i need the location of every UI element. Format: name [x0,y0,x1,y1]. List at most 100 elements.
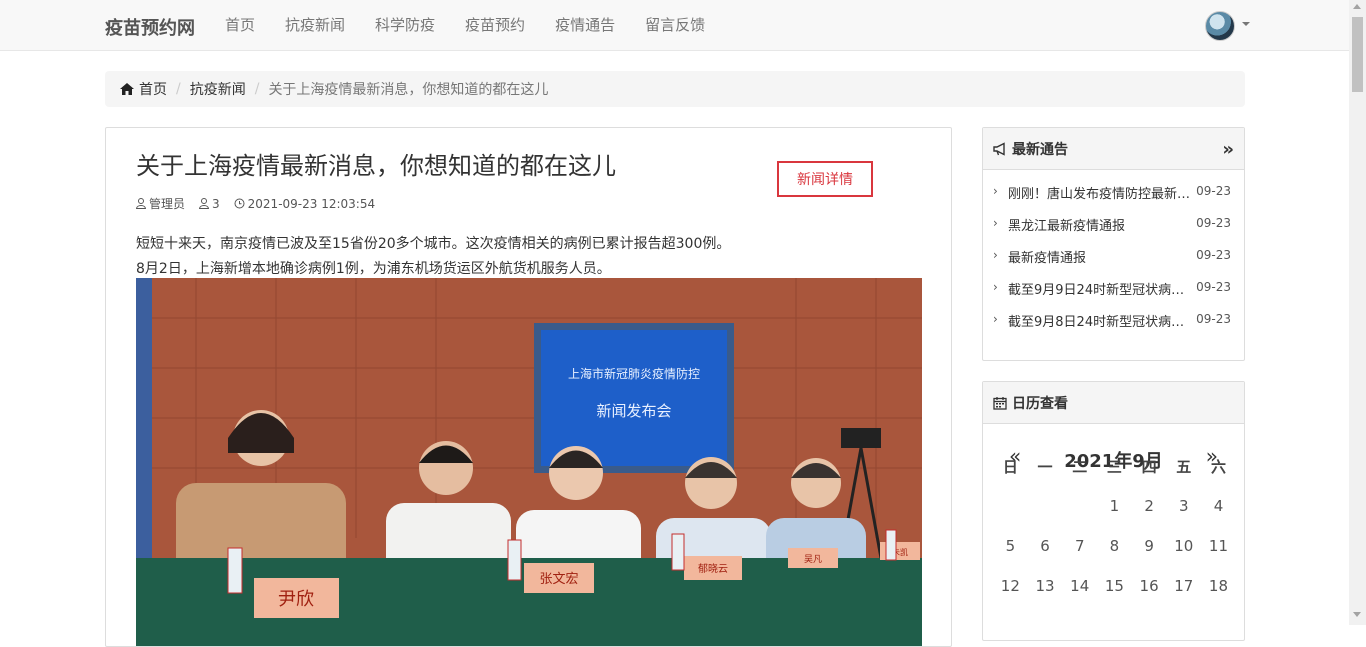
notice-date: 09-23 [1196,280,1231,294]
nav-item-notices[interactable]: 疫情通告 [540,0,630,51]
notice-title[interactable]: 刚刚！唐山发布疫情防控最新消息 [1008,183,1191,202]
weekday-label: 一 [1037,457,1053,476]
article-paragraph: 短短十来天，南京疫情已波及至15省份20多个城市。这次疫情相关的病例已累计报告超… [136,236,731,252]
breadcrumb-separator: / [176,81,181,97]
more-chevron-icon[interactable]: » [1222,139,1234,160]
calendar-day[interactable]: 10 [1166,537,1201,555]
calendar-week: 1 2 3 4 [993,486,1236,526]
nav-item-vaccine[interactable]: 疫苗预约 [450,0,540,51]
scroll-down-arrow[interactable] [1353,612,1361,617]
calendar-grid: 日 一 二 三 四 五 六 1 2 3 4 5 6 7 8 9 10 11 12 [993,446,1236,606]
calendar-day[interactable]: 18 [1201,577,1236,595]
calendar-day[interactable]: 17 [1166,577,1201,595]
page-scrollbar[interactable] [1349,0,1366,625]
article-title: 关于上海疫情最新消息，你想知道的都在这儿 [136,152,616,180]
calendar-day[interactable]: 13 [1028,577,1063,595]
notice-item[interactable]: › 截至9月9日24时新型冠状病毒肺炎疫情最新情况 09-23 [983,279,1244,311]
calendar-day[interactable]: 1 [1097,497,1132,515]
datetime-meta: 2021-09-23 12:03:54 [234,195,375,212]
calendar-day[interactable]: 3 [1166,497,1201,515]
calendar-day[interactable]: 2 [1132,497,1167,515]
chevron-right-icon: › [993,280,998,294]
press-conference-photo: 上海市新冠肺炎疫情防控 新闻发布会 尹欣 张文宏 郁晓云 吴凡 朱凯 [136,278,922,646]
calendar-day[interactable]: 6 [1028,537,1063,555]
breadcrumb: 首页 / 抗疫新闻 / 关于上海疫情最新消息，你想知道的都在这儿 [105,71,1245,107]
nav-item-home[interactable]: 首页 [210,0,270,51]
latest-notices-panel: 最新通告 » › 刚刚！唐山发布疫情防控最新消息 09-23 › 黑龙江最新疫情… [982,127,1245,361]
calendar-day[interactable]: 7 [1062,537,1097,555]
notice-item[interactable]: › 截至9月8日24时新型冠状病毒肺炎疫情最新情况 09-23 [983,311,1244,343]
clock-icon [234,198,245,209]
article-body: 短短十来天，南京疫情已波及至15省份20多个城市。这次疫情相关的病例已累计报告超… [136,232,916,282]
views-user-icon [199,198,210,209]
notice-date: 09-23 [1196,312,1231,326]
article-meta: 管理员 3 2021-09-23 12:03:54 [136,195,375,212]
calendar-day[interactable]: 15 [1097,577,1132,595]
breadcrumb-section[interactable]: 抗疫新闻 [190,79,246,99]
calendar-day[interactable]: 11 [1201,537,1236,555]
main-nav: 首页 抗疫新闻 科学防疫 疫苗预约 疫情通告 留言反馈 [210,0,720,51]
article-datetime: 2021-09-23 12:03:54 [247,196,376,211]
nav-item-news[interactable]: 抗疫新闻 [270,0,360,51]
breadcrumb-separator: / [254,81,260,97]
notice-date: 09-23 [1196,216,1231,230]
notice-title[interactable]: 截至9月9日24时新型冠状病毒肺炎疫情最新情况 [1008,279,1191,298]
notice-item[interactable]: › 黑龙江最新疫情通报 09-23 [983,215,1244,247]
chevron-down-icon[interactable] [1242,22,1250,26]
calendar-panel: 日历查看 « 2021年9月 » 日 一 二 三 四 五 六 1 2 3 4 5… [982,381,1245,641]
calendar-day[interactable]: 14 [1062,577,1097,595]
chevron-right-icon: › [993,248,998,262]
calendar-day[interactable]: 9 [1132,537,1167,555]
weekday-label: 五 [1176,457,1192,476]
site-brand[interactable]: 疫苗预约网 [105,14,195,40]
notice-title[interactable]: 黑龙江最新疫情通报 [1008,215,1191,234]
weekday-label: 日 [1002,457,1018,476]
breadcrumb-home[interactable]: 首页 [139,79,167,99]
panel-header: 日历查看 [983,382,1244,424]
nameplate: 尹欣 [278,589,314,610]
screen-text-line1: 上海市新冠肺炎疫情防控 [568,366,700,381]
nav-item-prevention[interactable]: 科学防疫 [360,0,450,51]
notice-date: 09-23 [1196,248,1231,262]
user-avatar[interactable] [1205,11,1235,41]
calendar-day[interactable]: 12 [993,577,1028,595]
nav-item-feedback[interactable]: 留言反馈 [630,0,720,51]
calendar-week: 12 13 14 15 16 17 18 [993,566,1236,606]
calendar-title: 日历查看 [1012,395,1068,412]
weekday-label: 三 [1106,457,1122,476]
article-card: 关于上海疫情最新消息，你想知道的都在这儿 新闻详情 管理员 3 2021-09-… [105,127,952,647]
chevron-right-icon: › [993,312,998,326]
views-meta: 3 [199,195,220,212]
calendar-day[interactable]: 16 [1132,577,1167,595]
chevron-right-icon: › [993,216,998,230]
notice-title[interactable]: 最新疫情通报 [1008,247,1191,266]
calendar-week: 5 6 7 8 9 10 11 [993,526,1236,566]
top-navbar: 疫苗预约网 首页 抗疫新闻 科学防疫 疫苗预约 疫情通告 留言反馈 [0,0,1349,51]
weekday-row: 日 一 二 三 四 五 六 [993,446,1236,486]
article-views: 3 [212,196,220,211]
nameplate: 吴凡 [804,554,822,565]
notice-list: › 刚刚！唐山发布疫情防控最新消息 09-23 › 黑龙江最新疫情通报 09-2… [983,170,1244,343]
weekday-label: 六 [1210,457,1226,476]
notice-item[interactable]: › 最新疫情通报 09-23 [983,247,1244,279]
user-icon [136,198,146,209]
notice-date: 09-23 [1196,184,1231,198]
calendar-day[interactable]: 8 [1097,537,1132,555]
breadcrumb-current: 关于上海疫情最新消息，你想知道的都在这儿 [268,82,549,98]
weekday-label: 四 [1141,457,1157,476]
scroll-thumb[interactable] [1352,17,1363,92]
calendar-day[interactable]: 5 [993,537,1028,555]
notice-title[interactable]: 截至9月8日24时新型冠状病毒肺炎疫情最新情况 [1008,311,1191,330]
panel-header: 最新通告 » [983,128,1244,170]
author-meta: 管理员 [136,195,185,212]
article-author: 管理员 [149,197,186,211]
calendar-day[interactable]: 4 [1201,497,1236,515]
notices-title: 最新通告 [1012,141,1068,158]
notice-item[interactable]: › 刚刚！唐山发布疫情防控最新消息 09-23 [983,183,1244,215]
chevron-right-icon: › [993,184,998,198]
bullhorn-icon [993,141,1005,156]
scroll-up-arrow[interactable] [1353,4,1361,9]
screen-text-line2: 新闻发布会 [596,402,671,420]
news-detail-badge: 新闻详情 [777,161,873,197]
calendar-icon [993,396,1007,410]
